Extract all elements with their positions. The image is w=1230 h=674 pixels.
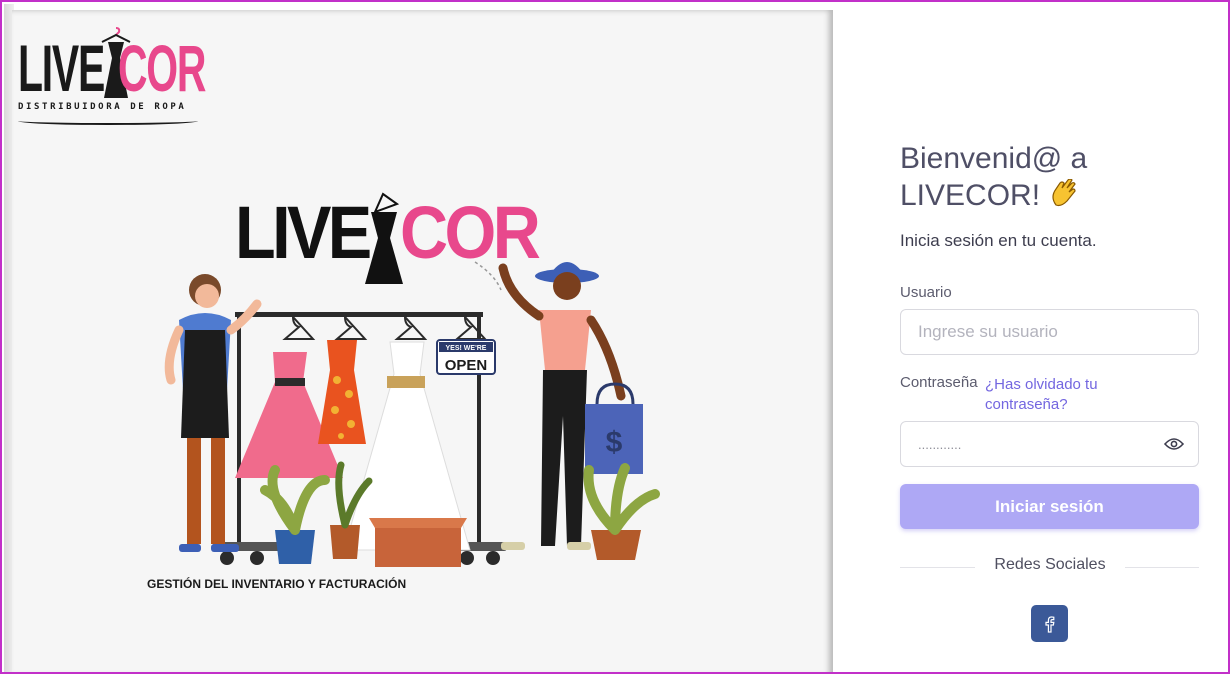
password-input[interactable]: ............ (900, 421, 1199, 467)
bag-dollar: $ (606, 426, 623, 459)
login-button[interactable]: Iniciar sesión (900, 484, 1199, 529)
eye-icon[interactable] (1163, 435, 1185, 453)
facebook-icon (1042, 615, 1058, 633)
social-divider-label: Redes Sociales (975, 556, 1125, 574)
logo-tagline: DISTRIBUIDORA DE ROPA (18, 102, 187, 112)
brand-logo: LIVE COR DISTRIBUIDORA DE ROPA (16, 22, 206, 130)
username-label: Usuario (900, 284, 952, 301)
store-illustration: LIVE COR YES! WE'RE OPEN $ (135, 180, 675, 600)
facebook-button[interactable] (1031, 605, 1068, 642)
welcome-heading: Bienvenid@ a LIVECOR! (900, 140, 1200, 214)
logo-live-text: LIVE (18, 31, 105, 105)
waving-hand-icon (1048, 178, 1078, 209)
logo-cor-text: COR (118, 31, 206, 105)
username-input[interactable]: Ingrese su usuario (900, 309, 1199, 355)
password-value: ............ (918, 436, 962, 452)
illustration-artwork: YES! WE'RE OPEN $ (164, 192, 660, 567)
password-label: Contraseña (900, 374, 978, 391)
open-sign-text: OPEN (445, 357, 488, 374)
open-sign-top: YES! WE'RE (446, 345, 487, 352)
illustration-caption: GESTIÓN DEL INVENTARIO Y FACTURACIÓN (147, 577, 407, 591)
username-placeholder: Ingrese su usuario (918, 322, 1058, 341)
login-subtitle: Inicia sesión en tu cuenta. (900, 231, 1097, 250)
forgot-password-link[interactable]: ¿Has olvidado tu contraseña? (985, 375, 1135, 415)
logo-underline (18, 117, 198, 125)
